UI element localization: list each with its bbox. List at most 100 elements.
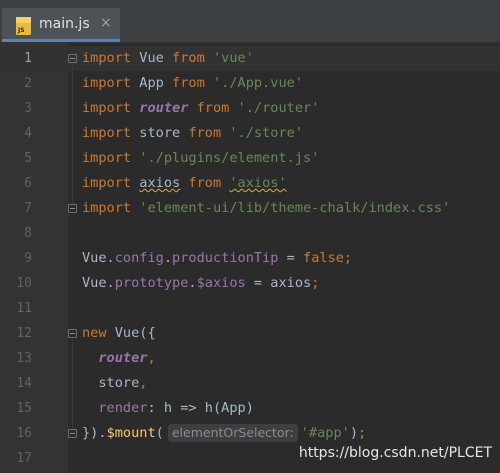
code-token: config xyxy=(114,250,164,266)
code-token: import xyxy=(82,200,132,216)
code-token: 'axios' xyxy=(229,175,287,191)
code-line: store, xyxy=(82,371,500,396)
line-number: 11 xyxy=(16,301,32,316)
line-number: 17 xyxy=(16,451,32,466)
line-number: 9 xyxy=(24,251,32,266)
code-token: $axios xyxy=(196,275,246,291)
code-token: from xyxy=(188,125,222,141)
indent-guide xyxy=(72,64,73,204)
indent-guide xyxy=(72,339,73,429)
code-line: }).$mount(elementOrSelector: '#app'); xyxy=(82,421,500,446)
code-token: , xyxy=(139,375,148,391)
line-numbers: 1 2 3 4 5 6 7 8 9 10 11 12 13 14 15 16 17 xyxy=(0,46,32,471)
editor-tab-bar: JS main.js × xyxy=(0,0,500,43)
js-file-icon-label: JS xyxy=(18,27,25,34)
code-token: = xyxy=(278,250,304,266)
code-line: import App from './App.vue' xyxy=(82,71,500,96)
code-token: productionTip xyxy=(172,250,279,266)
code-line: new Vue({ xyxy=(82,321,500,346)
code-token: new xyxy=(82,325,107,341)
code-line: import Vue from 'vue' xyxy=(82,46,500,71)
line-number: 4 xyxy=(24,126,32,141)
fold-toggle-icon[interactable] xyxy=(68,429,77,438)
code-token: './App.vue' xyxy=(212,75,303,91)
line-number: 8 xyxy=(24,226,32,241)
code-token: import xyxy=(82,50,132,66)
code-token: './router' xyxy=(237,100,320,116)
line-number: 13 xyxy=(16,351,32,366)
line-number: 1 xyxy=(24,51,32,66)
code-token: prototype xyxy=(114,275,189,291)
code-token: false; xyxy=(303,250,353,266)
code-token: . xyxy=(188,275,197,291)
code-token: , xyxy=(147,350,156,366)
code-token: '#app' xyxy=(300,425,350,441)
code-token: . xyxy=(163,250,173,266)
code-line: router, xyxy=(82,346,500,371)
code-token: Vue. xyxy=(82,275,115,291)
close-icon[interactable]: × xyxy=(100,14,112,32)
line-number: 10 xyxy=(16,276,32,291)
code-token: : h => h(App) xyxy=(147,400,254,416)
code-token: Vue xyxy=(131,50,173,66)
code-line: import router from './router' xyxy=(82,96,500,121)
code-line: import 'element-ui/lib/theme-chalk/index… xyxy=(82,196,500,221)
line-number: 12 xyxy=(16,326,32,341)
code-token: App xyxy=(131,75,173,91)
code-token: $mount xyxy=(106,425,156,441)
fold-toggle-icon[interactable] xyxy=(68,329,77,338)
code-token: from xyxy=(196,100,230,116)
code-token: Vue. xyxy=(82,250,115,266)
code-token: router xyxy=(139,100,189,116)
code-line: render: h => h(App) xyxy=(82,396,500,421)
code-token: from xyxy=(188,175,222,191)
code-token: }). xyxy=(82,425,107,441)
code-area[interactable]: import Vue from 'vue' import App from './… xyxy=(82,46,500,471)
code-token: router xyxy=(98,350,148,366)
line-number: 3 xyxy=(24,101,32,116)
line-number: 16 xyxy=(16,426,32,441)
line-number: 14 xyxy=(16,376,32,391)
line-number: 2 xyxy=(24,76,32,91)
fold-toggle-icon[interactable] xyxy=(68,204,77,213)
code-token: import xyxy=(82,75,132,91)
code-token: ; xyxy=(311,275,320,291)
code-token: import xyxy=(82,175,132,191)
line-number: 6 xyxy=(24,176,32,191)
code-token: from xyxy=(172,50,205,66)
code-token: ) xyxy=(349,425,359,441)
code-token: ( xyxy=(155,425,164,441)
code-line: Vue.config.productionTip = false; xyxy=(82,246,500,271)
fold-toggle-icon[interactable] xyxy=(68,54,77,63)
code-token: store xyxy=(82,375,140,391)
line-number: 5 xyxy=(24,151,32,166)
code-token: ; xyxy=(358,425,367,441)
code-token: import xyxy=(82,125,132,141)
code-token: 'element-ui/lib/theme-chalk/index.css' xyxy=(139,200,451,216)
code-token: from xyxy=(172,75,205,91)
code-token: './plugins/element.js' xyxy=(139,150,320,166)
line-number: 7 xyxy=(24,201,32,216)
code-token: Vue({ xyxy=(106,325,156,341)
code-token: import xyxy=(82,150,132,166)
code-line: Vue.prototype.$axios = axios; xyxy=(82,271,500,296)
parameter-hint: elementOrSelector: xyxy=(167,424,298,442)
tab-main-js[interactable]: JS main.js × xyxy=(2,8,120,42)
code-line: import axios from 'axios' xyxy=(82,171,500,196)
js-file-icon: JS xyxy=(16,17,31,35)
code-token: render xyxy=(98,400,148,416)
watermark: https://blog.csdn.net/PLCET xyxy=(298,445,492,461)
code-token: store xyxy=(131,125,189,141)
code-line: import './plugins/element.js' xyxy=(82,146,500,171)
line-number: 15 xyxy=(16,401,32,416)
code-editor-window: JS main.js × 1 2 3 4 5 6 7 8 9 10 11 12 13 14 15 16 17 i… xyxy=(0,0,500,473)
tab-title: main.js xyxy=(39,16,90,32)
code-token: import xyxy=(82,100,132,116)
